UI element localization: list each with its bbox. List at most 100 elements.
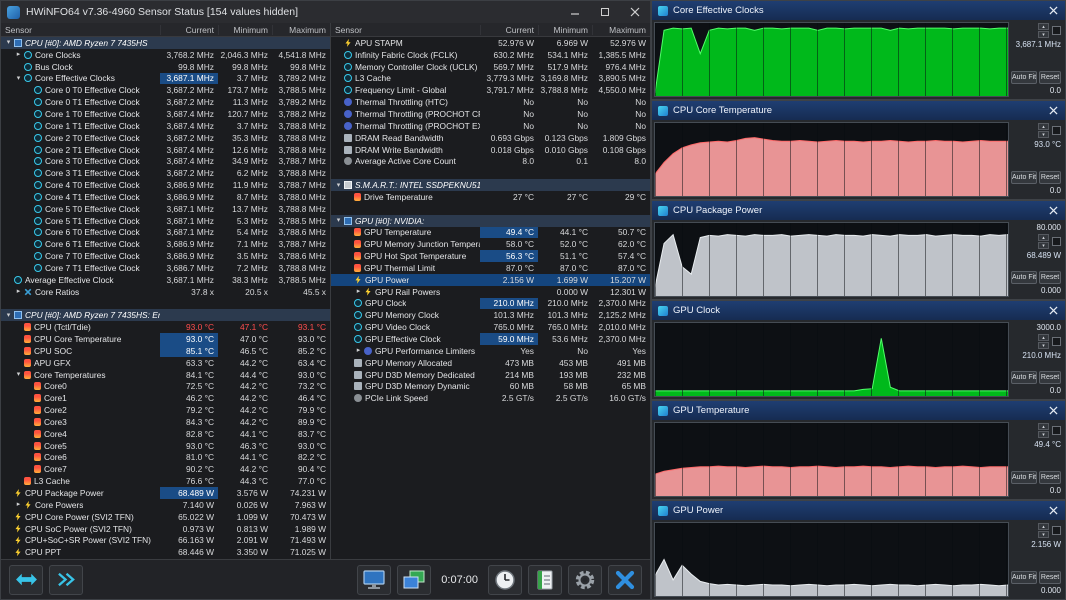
sensor-row[interactable]: Frequency Limit - Global3,791.7 MHz3,788… [331,84,650,96]
sensor-row[interactable]: Core072.5 °C44.2 °C73.2 °C [1,380,330,392]
sensor-row[interactable]: ▸GPU Performance LimitersYesNoYes [331,345,650,357]
sensor-row[interactable]: Core279.2 °C44.2 °C79.9 °C [1,404,330,416]
sensor-row[interactable]: Core 7 T1 Effective Clock3,686.7 MHz7.2 … [1,262,330,274]
sensor-row[interactable]: Core681.0 °C44.1 °C82.2 °C [1,452,330,464]
graph-close-button[interactable] [1045,104,1061,118]
sensor-row[interactable]: Average Effective Clock3,687.1 MHz38.3 M… [1,274,330,286]
sensor-row[interactable]: Core 6 T1 Effective Clock3,686.9 MHz7.1 … [1,238,330,250]
sensor-group-row[interactable]: ▾CPU [#0]: AMD Ryzen 7 7435HS [1,37,330,49]
clock-button[interactable] [488,565,522,595]
auto-fit-button[interactable]: Auto Fit [1011,371,1037,384]
sensor-row[interactable]: L3 Cache3,779.3 MHz3,169.8 MHz3,890.5 MH… [331,73,650,85]
graph-close-button[interactable] [1045,204,1061,218]
close-button[interactable] [620,1,650,23]
graph-titlebar[interactable]: GPU Clock [652,301,1065,320]
scale-max-value[interactable]: 80.000 [1011,223,1061,232]
sensor-row[interactable]: Core 2 T1 Effective Clock3,687.4 MHz12.6… [1,144,330,156]
settings-button[interactable] [568,565,602,595]
sensor-row[interactable]: CPU SOC85.1 °C46.5 °C85.2 °C [1,345,330,357]
sensor-row[interactable]: GPU D3D Memory Dedicated214 MB193 MB232 … [331,369,650,381]
sensor-row[interactable]: ▸Core Clocks3,768.2 MHz2,046.3 MHz4,541.… [1,49,330,61]
sensor-row[interactable]: GPU D3D Memory Dynamic60 MB58 MB65 MB [331,380,650,392]
graph-titlebar[interactable]: GPU Power [652,501,1065,520]
maximize-button[interactable] [590,1,620,23]
sensor-row[interactable]: GPU Thermal Limit87.0 °C87.0 °C87.0 °C [331,262,650,274]
sensor-row[interactable]: Thermal Throttling (PROCHOT EXT)NoNoNo [331,120,650,132]
sensor-row[interactable]: Core384.3 °C44.2 °C89.9 °C [1,416,330,428]
reset-button[interactable]: Reset [1039,571,1061,584]
tree-collapse-toggle-icon[interactable]: ▾ [4,312,13,319]
sensor-row[interactable]: Core 0 T1 Effective Clock3,687.2 MHz11.3… [1,96,330,108]
sensor-row[interactable]: Thermal Throttling (HTC)NoNoNo [331,96,650,108]
sensor-row[interactable]: CPU Core Power (SVI2 TFN)65.022 W1.099 W… [1,511,330,523]
auto-fit-button[interactable]: Auto Fit [1011,171,1037,184]
column-header-sensor[interactable]: Sensor [1,25,160,35]
sensor-row[interactable]: Core 6 T0 Effective Clock3,687.1 MHz5.4 … [1,227,330,239]
sensor-row[interactable]: CPU PPT68.446 W3.350 W71.025 W [1,546,330,558]
log-scale-checkbox[interactable] [1052,126,1061,135]
tree-expand-toggle-icon[interactable]: ▸ [354,288,363,295]
sensor-row[interactable]: DRAM Read Bandwidth0.693 Gbps0.123 Gbps1… [331,132,650,144]
reset-button[interactable]: Reset [1039,471,1061,484]
log-scale-checkbox[interactable] [1052,26,1061,35]
auto-fit-button[interactable]: Auto Fit [1011,71,1037,84]
scale-up-button[interactable]: ▴ [1038,23,1049,30]
sensor-group-row[interactable]: ▾S.M.A.R.T.: INTEL SSDPEKNU512... [331,179,650,191]
sensor-row[interactable]: GPU Memory Clock101.3 MHz101.3 MHz2,125.… [331,309,650,321]
column-header-maximum[interactable]: Maximum [272,25,330,35]
scale-down-button[interactable]: ▾ [1038,31,1049,38]
sensor-row[interactable]: Core 4 T0 Effective Clock3,686.9 MHz11.9… [1,179,330,191]
sensor-row[interactable]: Core 5 T1 Effective Clock3,687.1 MHz5.3 … [1,215,330,227]
sensor-row[interactable]: Thermal Throttling (PROCHOT CPU)NoNoNo [331,108,650,120]
graph-close-button[interactable] [1045,304,1061,318]
tree-collapse-toggle-icon[interactable]: ▾ [14,371,23,378]
reset-button[interactable]: Reset [1039,71,1061,84]
graph-close-button[interactable] [1045,4,1061,18]
reset-button[interactable]: Reset [1039,371,1061,384]
tree-expand-toggle-icon[interactable]: ▸ [14,501,23,508]
column-header-current[interactable]: Current [160,25,218,35]
column-header-minimum[interactable]: Minimum [538,25,592,35]
column-header-sensor[interactable]: Sensor [331,25,480,35]
tree-expand-toggle-icon[interactable]: ▸ [14,51,23,58]
scale-max-value[interactable]: 3000.0 [1011,323,1061,332]
sensor-row[interactable]: Core 3 T0 Effective Clock3,687.4 MHz34.9… [1,155,330,167]
tree-collapse-toggle-icon[interactable]: ▾ [334,217,343,224]
sensor-row[interactable]: Core 7 T0 Effective Clock3,686.9 MHz3.5 … [1,250,330,262]
sensor-row[interactable]: GPU Clock210.0 MHz210.0 MHz2,370.0 MHz [331,298,650,310]
sensor-row[interactable]: Drive Temperature27 °C27 °C29 °C [331,191,650,203]
titlebar[interactable]: HWiNFO64 v7.36-4960 Sensor Status [154 v… [1,1,650,23]
log-scale-checkbox[interactable] [1052,237,1061,246]
report-button[interactable] [528,565,562,595]
sensor-row[interactable]: CPU (Tctl/Tdie)93.0 °C47.1 °C93.1 °C [1,321,330,333]
sensor-row[interactable]: CPU+SoC+SR Power (SVI2 TFN)66.163 W2.091… [1,534,330,546]
scale-down-button[interactable]: ▾ [1038,531,1049,538]
tree-expand-toggle-icon[interactable]: ▸ [354,347,363,354]
sensor-row[interactable]: GPU Memory Allocated473 MB453 MB491 MB [331,357,650,369]
sensor-row[interactable]: Core 1 T0 Effective Clock3,687.4 MHz120.… [1,108,330,120]
sensor-group-row[interactable]: ▾CPU [#0]: AMD Ryzen 7 7435HS: En... [1,309,330,321]
scale-up-button[interactable]: ▴ [1038,334,1049,341]
sensor-row[interactable]: Infinity Fabric Clock (FCLK)630.2 MHz534… [331,49,650,61]
graph-close-button[interactable] [1045,504,1061,518]
sensor-row[interactable]: Core482.8 °C44.1 °C83.7 °C [1,428,330,440]
scale-up-button[interactable]: ▴ [1038,423,1049,430]
scale-down-button[interactable]: ▾ [1038,131,1049,138]
sensor-row[interactable]: ▾Core Temperatures84.1 °C44.4 °C93.0 °C [1,369,330,381]
auto-scroll-button[interactable] [49,565,83,595]
quit-button[interactable] [608,565,642,595]
auto-fit-button[interactable]: Auto Fit [1011,271,1037,284]
scale-up-button[interactable]: ▴ [1038,234,1049,241]
graph-titlebar[interactable]: GPU Temperature [652,401,1065,420]
column-header-minimum[interactable]: Minimum [218,25,272,35]
reset-button[interactable]: Reset [1039,171,1061,184]
graph-close-button[interactable] [1045,404,1061,418]
window-layout-button[interactable] [397,565,431,595]
graph-titlebar[interactable]: Core Effective Clocks [652,1,1065,20]
scale-down-button[interactable]: ▾ [1038,431,1049,438]
scale-down-button[interactable]: ▾ [1038,242,1049,249]
sensor-row[interactable]: Core 2 T0 Effective Clock3,687.2 MHz35.3… [1,132,330,144]
graph-titlebar[interactable]: CPU Core Temperature [652,101,1065,120]
sensor-row[interactable]: ▸Core Ratios37.8 x20.5 x45.5 x [1,286,330,298]
scale-up-button[interactable]: ▴ [1038,123,1049,130]
